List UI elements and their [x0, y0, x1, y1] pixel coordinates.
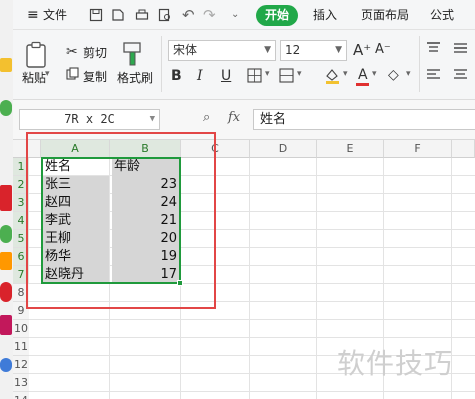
ribbon-home: 粘贴 ▾ ✂ 剪切 复制 格式刷 宋体 ▼ 12 ▼ A⁺ A⁻ B I U ▾…: [13, 30, 475, 100]
column-header-g[interactable]: [452, 140, 475, 158]
watermark-text: 软件技巧: [337, 347, 454, 380]
desktop-icon: [0, 225, 12, 243]
column-header-e[interactable]: E: [317, 140, 384, 158]
tab-insert[interactable]: 插入: [313, 0, 337, 30]
chevron-down-icon: ▼: [149, 114, 155, 124]
undo-icon[interactable]: ↶: [182, 0, 195, 30]
desktop-icon: [0, 58, 12, 72]
save-icon[interactable]: [89, 8, 103, 22]
grid-column-line: [249, 158, 250, 399]
tab-formulas[interactable]: 公式: [430, 0, 454, 30]
align-top-icon[interactable]: [426, 42, 441, 54]
desktop-edge-strip: [0, 0, 13, 399]
align-left-icon[interactable]: [426, 69, 441, 81]
font-size-value: 12: [285, 43, 301, 57]
font-color-swatch: [356, 83, 369, 86]
italic-button[interactable]: I: [197, 67, 203, 85]
chevron-down-icon: ▼: [335, 45, 342, 55]
row-header-11[interactable]: 11: [13, 338, 29, 356]
merge-dropdown-icon[interactable]: ▾: [297, 69, 302, 79]
formula-input[interactable]: 姓名: [253, 109, 475, 130]
row-header-10[interactable]: 10: [13, 320, 29, 338]
cut-icon[interactable]: ✂: [66, 43, 78, 61]
bold-button[interactable]: B: [171, 67, 182, 85]
fill-color-dropdown-icon[interactable]: ▾: [343, 69, 348, 79]
paste-button[interactable]: 粘贴: [22, 69, 46, 86]
format-painter-button[interactable]: 格式刷: [117, 69, 153, 86]
column-header-f[interactable]: F: [384, 140, 452, 158]
desktop-icon: [0, 252, 12, 270]
quick-access-dropdown-icon[interactable]: ⌄: [231, 0, 239, 30]
column-header-d[interactable]: D: [250, 140, 317, 158]
find-icon[interactable]: [158, 8, 172, 22]
font-color-icon[interactable]: A: [358, 66, 368, 84]
print-icon[interactable]: [135, 8, 149, 22]
copy-icon[interactable]: [66, 67, 79, 80]
row-header-13[interactable]: 13: [13, 374, 29, 392]
merge-cells-icon[interactable]: [279, 68, 294, 83]
shrink-font-button[interactable]: A⁻: [375, 41, 391, 59]
paste-icon[interactable]: [24, 41, 50, 69]
border-dropdown-icon[interactable]: ▾: [265, 69, 270, 79]
font-size-select[interactable]: 12 ▼: [280, 40, 347, 61]
desktop-icon: [0, 282, 12, 302]
ribbon-separator: [419, 36, 420, 92]
font-name-select[interactable]: 宋体 ▼: [168, 40, 276, 61]
font-name-value: 宋体: [173, 43, 198, 57]
align-center-icon[interactable]: [453, 69, 468, 81]
desktop-icon: [0, 358, 12, 372]
row-header-12[interactable]: 12: [13, 356, 29, 374]
grid-row-line: [29, 391, 475, 392]
format-painter-icon[interactable]: [122, 41, 144, 67]
ribbon-separator: [161, 36, 162, 92]
annotation-highlight-box: [26, 132, 216, 309]
spreadsheet-window: ≡ 文件 ↶ ↷ ⌄ 开始 插入 页面布局 公式 粘贴 ▾ ✂ 剪切 复制 格式…: [0, 0, 475, 399]
menu-bar: ≡ 文件 ↶ ↷ ⌄ 开始 插入 页面布局 公式: [13, 0, 475, 30]
desktop-icon: [0, 100, 12, 116]
file-menu[interactable]: 文件: [43, 0, 67, 30]
name-box[interactable]: 7R x 2C ▼: [19, 109, 160, 130]
align-middle-icon[interactable]: [453, 42, 468, 54]
redo-icon[interactable]: ↷: [203, 0, 216, 30]
row-header-14[interactable]: 14: [13, 392, 29, 399]
copy-button[interactable]: 复制: [83, 68, 107, 85]
cut-button[interactable]: 剪切: [83, 44, 107, 61]
zoom-search-icon[interactable]: ⌕: [203, 110, 210, 125]
tab-home[interactable]: 开始: [256, 5, 298, 26]
print-preview-icon[interactable]: [111, 8, 125, 22]
grid-row-line: [29, 319, 475, 320]
tab-page-layout[interactable]: 页面布局: [361, 0, 409, 30]
fill-color-icon[interactable]: [324, 67, 341, 84]
underline-button[interactable]: U: [221, 67, 231, 85]
paste-dropdown-icon[interactable]: ▾: [45, 69, 50, 79]
clear-dropdown-icon[interactable]: ▾: [406, 69, 411, 79]
name-box-value: 7R x 2C: [64, 112, 115, 126]
font-color-dropdown-icon[interactable]: ▾: [372, 69, 377, 79]
clear-format-icon[interactable]: ◇: [388, 66, 399, 84]
desktop-icon: [0, 185, 12, 211]
grow-font-button[interactable]: A⁺: [353, 41, 371, 59]
fx-button[interactable]: fx: [228, 110, 240, 125]
chevron-down-icon: ▼: [264, 45, 271, 55]
grid-column-line: [316, 158, 317, 399]
grid-row-line: [29, 337, 475, 338]
border-icon[interactable]: [247, 68, 262, 83]
desktop-icon: [0, 315, 12, 335]
hamburger-menu-icon[interactable]: ≡: [27, 0, 39, 30]
